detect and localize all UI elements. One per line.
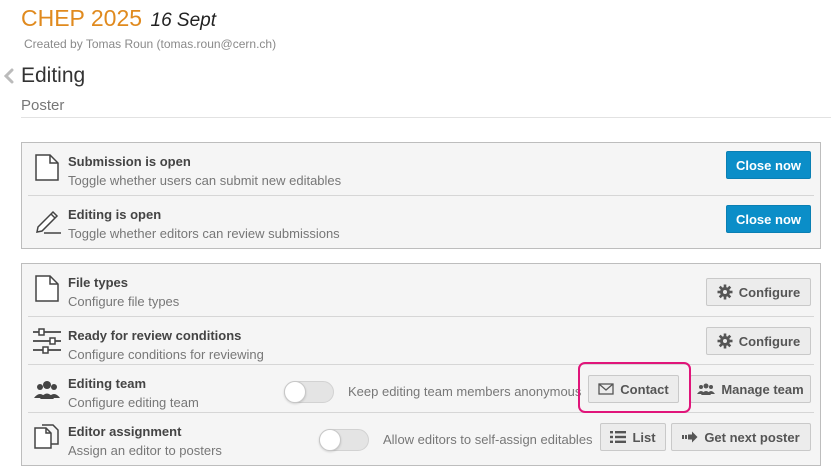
- page-subtitle: Poster: [21, 97, 65, 114]
- gear-icon: [717, 284, 733, 300]
- copy-icon: [34, 424, 59, 449]
- manage-team-button[interactable]: Manage team: [690, 375, 811, 403]
- editing-team-row: Editing team Configure editing team Keep…: [28, 364, 814, 412]
- page-title: Editing: [21, 64, 86, 87]
- self-assign-label: Allow editors to self-assign editables: [383, 432, 593, 447]
- configure-review-conditions-button[interactable]: Configure: [706, 327, 811, 355]
- review-conditions-title: Ready for review conditions: [68, 328, 242, 343]
- get-next-poster-label: Get next poster: [704, 429, 800, 445]
- submission-status-title: Submission is open: [68, 154, 191, 169]
- event-header: CHEP 2025 16 Sept: [21, 5, 216, 32]
- users-icon: [697, 383, 716, 395]
- contact-label: Contact: [620, 381, 669, 397]
- editor-assignment-description: Assign an editor to posters: [68, 443, 222, 458]
- title-divider: [21, 117, 831, 118]
- anonymous-team-label: Keep editing team members anonymous: [348, 384, 582, 399]
- editing-settings-panel: File types Configure file types Configur…: [21, 263, 821, 466]
- gear-icon: [717, 333, 733, 349]
- editing-status-description: Toggle whether editors can review submis…: [68, 226, 340, 241]
- editing-status-title: Editing is open: [68, 207, 162, 222]
- envelope-icon: [598, 383, 614, 395]
- file-types-description: Configure file types: [68, 294, 180, 309]
- editing-status-panel: Submission is open Toggle whether users …: [21, 142, 821, 249]
- get-next-poster-button[interactable]: Get next poster: [671, 423, 811, 451]
- sliders-icon: [33, 328, 61, 354]
- manage-team-label: Manage team: [721, 381, 804, 397]
- event-creator: Created by Tomas Roun (tomas.roun@cern.c…: [24, 37, 277, 51]
- close-editing-button[interactable]: Close now: [726, 205, 811, 233]
- list-label: List: [632, 429, 656, 445]
- review-conditions-description: Configure conditions for reviewing: [68, 347, 264, 362]
- event-date: 16 Sept: [150, 10, 217, 31]
- pencil-icon: [36, 210, 61, 234]
- file-types-row: File types Configure file types Configur…: [28, 264, 814, 312]
- file-icon: [35, 154, 59, 181]
- contact-team-button[interactable]: Contact: [588, 375, 679, 403]
- submission-status-description: Toggle whether users can submit new edit…: [68, 173, 342, 188]
- self-assign-toggle[interactable]: [319, 429, 369, 451]
- users-icon: [34, 381, 60, 399]
- arrow-right-icon: [682, 431, 698, 443]
- review-conditions-row: Ready for review conditions Configure co…: [28, 316, 814, 364]
- anonymous-team-toggle[interactable]: [284, 381, 334, 403]
- file-types-title: File types: [68, 275, 128, 290]
- event-title[interactable]: CHEP 2025: [21, 5, 142, 31]
- close-submission-button[interactable]: Close now: [726, 151, 811, 179]
- toggle-knob: [319, 429, 341, 451]
- chevron-left-icon[interactable]: [3, 68, 15, 84]
- editor-assignment-row: Editor assignment Assign an editor to po…: [28, 412, 814, 460]
- configure-label: Configure: [738, 333, 801, 349]
- list-button[interactable]: List: [600, 423, 666, 451]
- list-icon: [610, 431, 627, 443]
- file-icon: [35, 275, 59, 302]
- editing-status-row: Editing is open Toggle whether editors c…: [28, 195, 814, 243]
- editor-assignment-title: Editor assignment: [68, 424, 182, 439]
- editing-team-description: Configure editing team: [68, 395, 199, 410]
- toggle-knob: [284, 381, 306, 403]
- submission-status-row: Submission is open Toggle whether users …: [28, 143, 814, 191]
- configure-label: Configure: [738, 284, 801, 300]
- editing-team-title: Editing team: [68, 376, 147, 391]
- configure-file-types-button[interactable]: Configure: [706, 278, 811, 306]
